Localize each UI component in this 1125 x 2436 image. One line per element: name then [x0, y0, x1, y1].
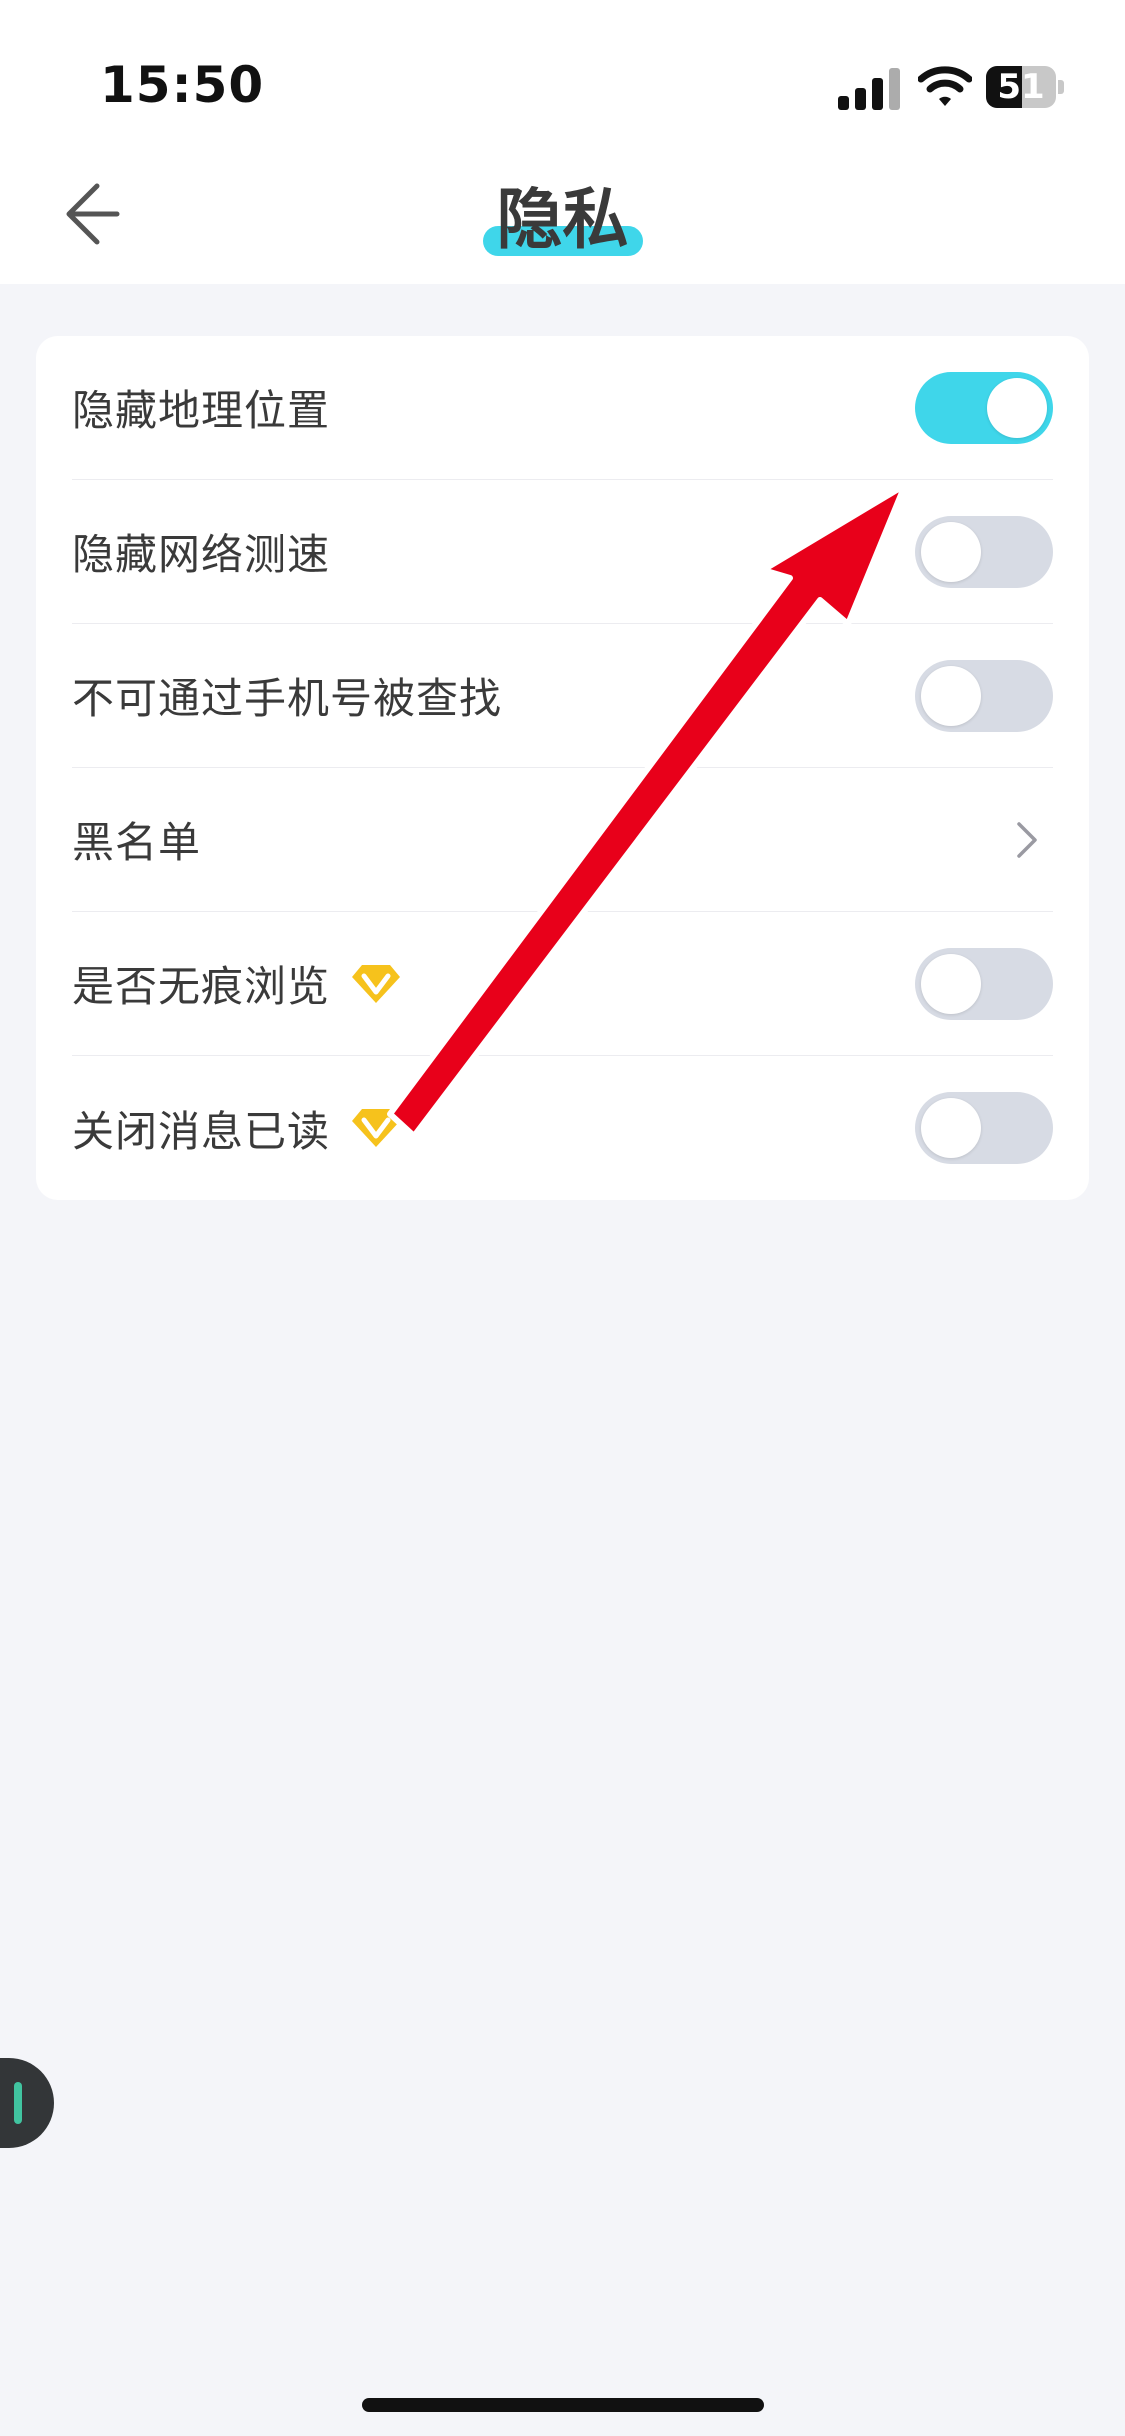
setting-label: 不可通过手机号被查找: [72, 674, 503, 723]
chevron-right-icon: [1017, 822, 1037, 858]
setting-row-read-receipts: 关闭消息已读: [72, 1056, 1053, 1200]
status-bar: 15:50 51: [0, 0, 1125, 170]
setting-label: 隐藏网络测速: [72, 530, 331, 579]
setting-label: 黑名单: [72, 818, 202, 867]
setting-row-phone-search: 不可通过手机号被查找: [72, 624, 1053, 768]
vip-diamond-icon: [352, 1109, 401, 1147]
wifi-icon: [918, 66, 972, 106]
setting-label: 是否无痕浏览: [72, 962, 331, 1011]
read-receipts-toggle[interactable]: [915, 1092, 1053, 1164]
setting-row-incognito-browse: 是否无痕浏览: [72, 912, 1053, 1056]
status-time: 15:50: [100, 56, 265, 114]
setting-label: 关闭消息已读: [72, 1106, 331, 1156]
floating-assistant-button[interactable]: [0, 2058, 54, 2148]
hide-speed-test-toggle[interactable]: [915, 516, 1053, 588]
home-indicator: [362, 2398, 764, 2412]
hide-location-toggle[interactable]: [915, 372, 1053, 444]
incognito-browse-toggle[interactable]: [915, 948, 1053, 1020]
battery-level: 51: [997, 67, 1045, 107]
page-title: 隐私: [496, 181, 629, 258]
vip-diamond-icon: [352, 964, 401, 1003]
setting-row-hide-speed-test: 隐藏网络测速: [72, 480, 1053, 624]
phone-search-toggle[interactable]: [915, 660, 1053, 732]
navigation-bar: 隐私: [0, 170, 1125, 284]
title-wrap: 隐私: [0, 170, 1125, 270]
cellular-signal-icon: [838, 66, 900, 110]
battery-icon: 51: [986, 66, 1064, 108]
setting-label: 隐藏地理位置: [72, 386, 331, 435]
setting-row-blacklist[interactable]: 黑名单: [72, 768, 1053, 912]
setting-row-hide-location: 隐藏地理位置: [72, 336, 1053, 480]
privacy-settings-list: 隐藏地理位置 隐藏网络测速 不可通过手机号被查找 黑名单 是否无痕浏览 关闭消息…: [36, 336, 1089, 1200]
